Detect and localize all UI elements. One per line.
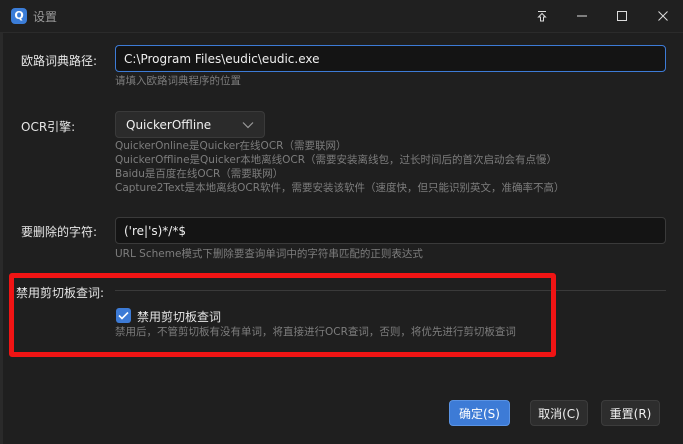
remove-chars-label: 要删除的字符: <box>21 225 98 239</box>
window-title: 设置 <box>33 10 58 24</box>
ocr-hint-line: QuickerOffline是Quicker本地离线OCR（需要安装离线包，过长… <box>115 154 558 166</box>
maximize-button[interactable] <box>602 0 642 32</box>
ocr-hint-line: QuickerOnline是Quicker在线OCR（需要联网） <box>115 140 347 152</box>
pin-button[interactable] <box>522 0 562 32</box>
eudic-path-input[interactable]: C:\Program Files\eudic\eudic.exe <box>115 45 666 72</box>
reset-button[interactable]: 重置(R) <box>601 400 660 426</box>
ocr-engine-select[interactable]: QuickerOffline <box>115 111 265 138</box>
close-icon <box>658 11 668 21</box>
maximize-icon <box>617 11 627 21</box>
title-bar: Q 设置 <box>0 0 683 33</box>
app-logo-icon: Q <box>11 8 27 24</box>
close-button[interactable] <box>643 0 683 32</box>
ocr-hint-line: Capture2Text是本地离线OCR软件，需要安装该软件（速度快，但只能识别… <box>115 182 565 194</box>
ok-button[interactable]: 确定(S) <box>449 400 510 426</box>
window-edge <box>0 33 3 444</box>
cancel-button[interactable]: 取消(C) <box>530 400 588 426</box>
remove-chars-hint: URL Scheme模式下删除要查询单词中的字符串匹配的正则表达式 <box>115 248 423 260</box>
eudic-path-label: 欧路词典路径: <box>21 54 98 68</box>
eudic-path-hint: 请填入欧路词典程序的位置 <box>115 75 241 87</box>
chevron-down-icon <box>242 121 254 128</box>
ocr-hint-line: Baidu是百度在线OCR（需要联网） <box>115 168 284 180</box>
minimize-button[interactable] <box>562 0 602 32</box>
highlight-annotation <box>9 273 556 357</box>
ocr-engine-selected: QuickerOffline <box>126 117 212 132</box>
ocr-engine-label: OCR引擎: <box>21 120 76 134</box>
pin-icon <box>537 11 547 22</box>
minimize-icon <box>577 15 587 17</box>
remove-chars-input[interactable]: ('re|'s)*/*$ <box>115 217 666 244</box>
